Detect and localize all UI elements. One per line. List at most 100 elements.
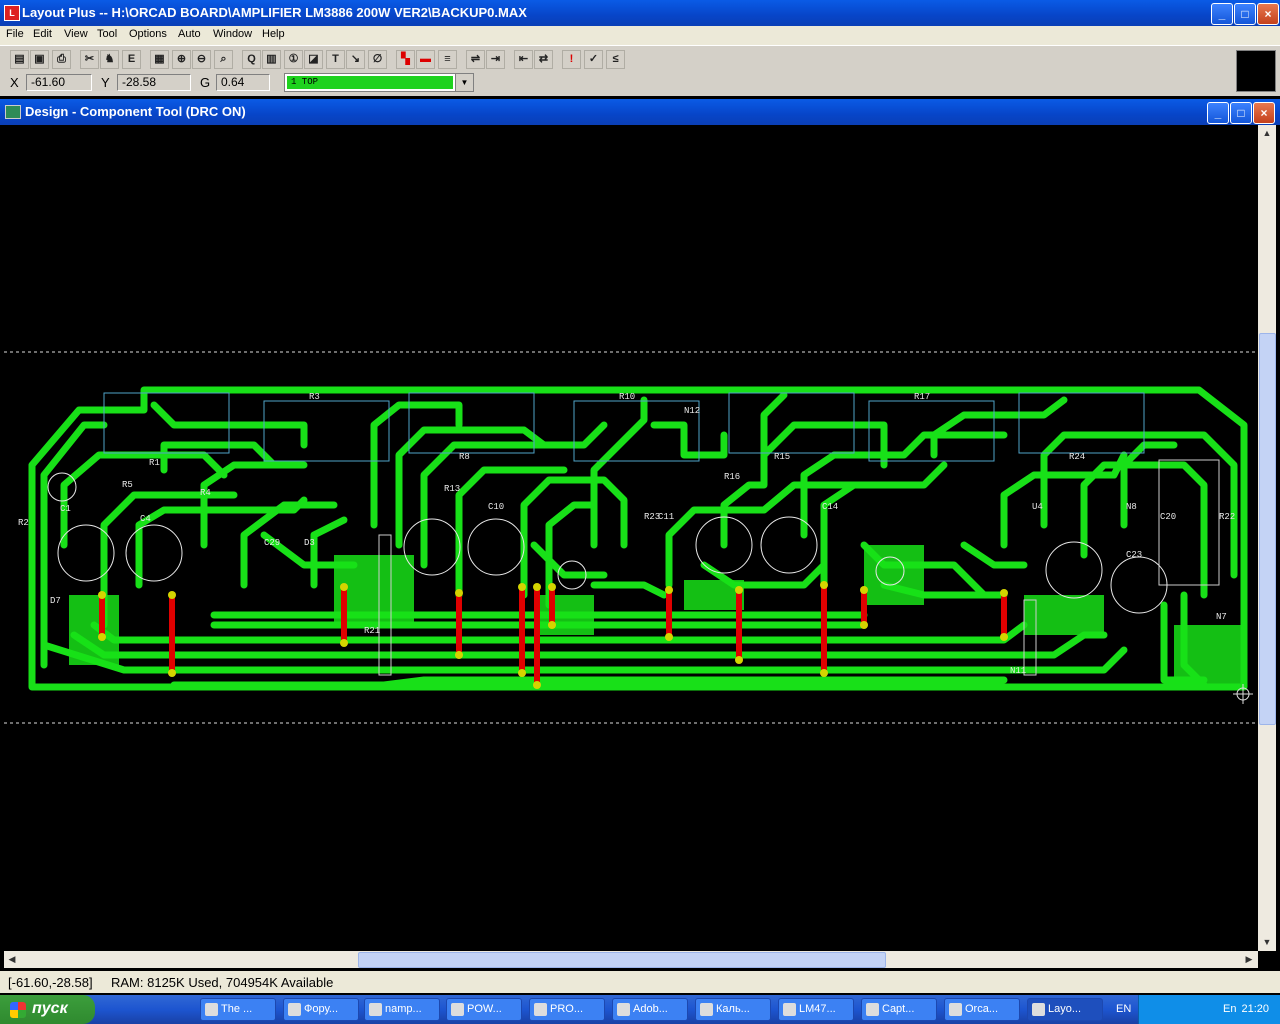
trace: [590, 396, 648, 549]
taskbar-button-label: Capt...: [882, 1003, 915, 1015]
save-icon[interactable]: ▣: [30, 50, 49, 69]
scroll-left-icon[interactable]: ◀: [4, 951, 20, 967]
reference-label: R22: [1219, 512, 1235, 522]
via: [98, 633, 106, 641]
zoom-out-icon[interactable]: ⊖: [192, 50, 211, 69]
start-label: пуск: [32, 1000, 68, 1017]
online-drc-icon[interactable]: ✓: [584, 50, 603, 69]
menu-help[interactable]: Help: [262, 28, 285, 40]
taskbar-button[interactable]: POW...: [446, 998, 522, 1021]
reconnect-icon[interactable]: ⇥: [486, 50, 505, 69]
taskbar-button[interactable]: PRO...: [529, 998, 605, 1021]
taskbar-button[interactable]: The ...: [200, 998, 276, 1021]
via: [665, 586, 673, 594]
find-icon[interactable]: ♞: [100, 50, 119, 69]
layer-select[interactable]: 1 TOP ▼: [284, 73, 474, 92]
design-maximize-button[interactable]: □: [1230, 102, 1252, 124]
via: [820, 669, 828, 677]
text-icon[interactable]: T: [326, 50, 345, 69]
menu-auto[interactable]: Auto: [178, 28, 201, 40]
menu-options[interactable]: Options: [129, 28, 167, 40]
via: [735, 586, 743, 594]
edit-icon[interactable]: E: [122, 50, 141, 69]
reference-label: N8: [1126, 502, 1137, 512]
app-icon: [700, 1003, 713, 1016]
horizontal-scrollbar[interactable]: ◀ ▶: [4, 951, 1258, 968]
app-icon[interactable]: L: [4, 5, 20, 21]
language-indicator[interactable]: EN: [1116, 1003, 1131, 1015]
menu-window[interactable]: Window: [213, 28, 252, 40]
print-icon[interactable]: ⎙: [52, 50, 71, 69]
tray-language[interactable]: En: [1223, 1003, 1236, 1015]
menu-edit[interactable]: Edit: [33, 28, 52, 40]
grid-field[interactable]: 0.64: [216, 74, 270, 91]
component-icon[interactable]: ▥: [262, 50, 281, 69]
spreadsheet-icon[interactable]: ▦: [150, 50, 169, 69]
vertical-scrollbar[interactable]: ▲ ▼: [1258, 125, 1276, 951]
pcb-canvas[interactable]: R3 R10 N12 R17 R5 R8 R13 R16 R15 R24 R1 R4 R2 C4 C1 C10…: [4, 125, 1258, 951]
taskbar-button[interactable]: Фору...: [283, 998, 359, 1021]
maximize-button[interactable]: □: [1234, 3, 1256, 25]
via: [533, 681, 541, 689]
reference-label: R13: [444, 484, 460, 494]
taskbar-button[interactable]: Layo...: [1027, 998, 1103, 1021]
zoom-in-icon[interactable]: ⊕: [172, 50, 191, 69]
stop-icon[interactable]: !: [562, 50, 581, 69]
vertical-scroll-thumb[interactable]: [1259, 333, 1276, 725]
taskbar-button[interactable]: Capt...: [861, 998, 937, 1021]
layer-value: 1 TOP: [287, 76, 453, 89]
cut-icon[interactable]: ✂: [80, 50, 99, 69]
error-icon[interactable]: ∅: [368, 50, 387, 69]
reference-label: C1: [60, 504, 71, 514]
route-icon[interactable]: ⇌: [466, 50, 485, 69]
layer-icon[interactable]: ≡: [438, 50, 457, 69]
taskbar-button-label: LM47...: [799, 1003, 836, 1015]
query-icon[interactable]: Q: [242, 50, 261, 69]
reference-label: C10: [488, 502, 504, 512]
refresh-icon[interactable]: ⇄: [534, 50, 553, 69]
x-coordinate-field[interactable]: -61.60: [26, 74, 92, 91]
via: [548, 621, 556, 629]
taskbar-button-label: POW...: [467, 1003, 502, 1015]
horizontal-scroll-thumb[interactable]: [358, 952, 886, 968]
minimize-button[interactable]: _: [1211, 3, 1233, 25]
pin-icon[interactable]: ①: [284, 50, 303, 69]
design-window-icon[interactable]: [5, 105, 21, 119]
design-close-button[interactable]: ×: [1253, 102, 1275, 124]
capacitor-outline: [403, 518, 461, 576]
zoom-all-icon[interactable]: ⌕: [214, 50, 233, 69]
drc-icon[interactable]: ▬: [416, 50, 435, 69]
reference-label: N11: [1010, 666, 1026, 676]
start-button[interactable]: пуск: [0, 995, 95, 1024]
connection-icon[interactable]: ↘: [346, 50, 365, 69]
color-icon[interactable]: ▚: [396, 50, 415, 69]
obstacle-icon[interactable]: ◪: [304, 50, 323, 69]
scroll-up-icon[interactable]: ▲: [1259, 125, 1275, 141]
taskbar-button[interactable]: namp...: [364, 998, 440, 1021]
autoroute-icon[interactable]: ⇤: [514, 50, 533, 69]
taskbar-button[interactable]: Orca...: [944, 998, 1020, 1021]
taskbar-button[interactable]: Каль...: [695, 998, 771, 1021]
open-icon[interactable]: ▤: [10, 50, 29, 69]
close-button[interactable]: ×: [1257, 3, 1279, 25]
color-preview: [1236, 50, 1276, 92]
app-icon: [534, 1003, 547, 1016]
design-minimize-button[interactable]: _: [1207, 102, 1229, 124]
scroll-down-icon[interactable]: ▼: [1259, 934, 1275, 950]
y-coordinate-field[interactable]: -28.58: [117, 74, 191, 91]
reference-label: D7: [50, 596, 61, 606]
menu-tool[interactable]: Tool: [97, 28, 117, 40]
system-tray: En 21:20: [1138, 995, 1280, 1024]
design-rules-icon[interactable]: ≤: [606, 50, 625, 69]
menu-file[interactable]: File: [6, 28, 24, 40]
scroll-right-icon[interactable]: ▶: [1241, 951, 1257, 967]
via: [1000, 633, 1008, 641]
via: [860, 586, 868, 594]
taskbar-button[interactable]: LM47...: [778, 998, 854, 1021]
trace: [545, 501, 598, 609]
menu-view[interactable]: View: [64, 28, 88, 40]
app-icon: [949, 1003, 962, 1016]
chevron-down-icon[interactable]: ▼: [455, 74, 473, 91]
taskbar-button[interactable]: Adob...: [612, 998, 688, 1021]
app-icon: [288, 1003, 301, 1016]
